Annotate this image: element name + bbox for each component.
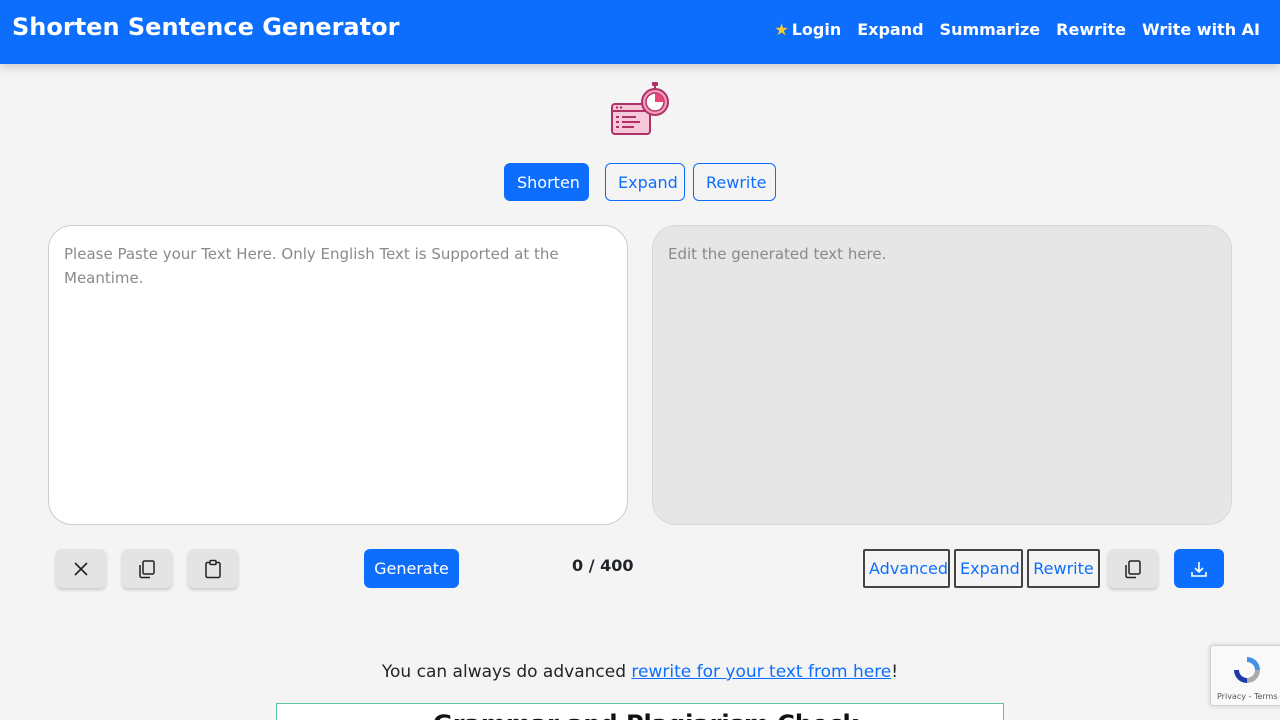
- advanced-button[interactable]: Advanced: [863, 549, 950, 588]
- shorten-mode-button[interactable]: Shorten: [504, 163, 589, 201]
- clear-button[interactable]: [56, 549, 106, 588]
- rewrite-mode-button[interactable]: Rewrite: [693, 163, 776, 201]
- advanced-rewrite-note: You can always do advanced rewrite for y…: [0, 662, 1280, 682]
- clipboard-icon: [205, 559, 221, 578]
- nav-links: ★ Login Expand Summarize Rewrite Write wi…: [758, 20, 1260, 39]
- copy-input-button[interactable]: [122, 549, 172, 588]
- note-prefix: You can always do advanced: [381, 662, 632, 682]
- copy-icon: [1125, 559, 1141, 578]
- nav-rewrite-link[interactable]: Rewrite: [1056, 20, 1126, 39]
- copy-icon: [139, 559, 155, 578]
- nav-write-with-ai-link[interactable]: Write with AI: [1142, 20, 1260, 39]
- input-text-area[interactable]: [48, 225, 628, 525]
- grammar-check-banner[interactable]: Grammar and Plagiarism Check: [276, 703, 1004, 720]
- site-brand[interactable]: Shorten Sentence Generator: [12, 13, 399, 41]
- stopwatch-document-icon: [611, 82, 669, 135]
- nav-login-link[interactable]: ★ Login: [774, 20, 841, 39]
- output-text-area[interactable]: [652, 225, 1232, 525]
- copy-output-button[interactable]: [1108, 549, 1158, 588]
- expand-output-button[interactable]: Expand: [954, 549, 1023, 588]
- character-counter: 0 / 400: [572, 556, 634, 575]
- top-navbar: Shorten Sentence Generator ★ Login Expand…: [0, 0, 1280, 64]
- generate-button[interactable]: Generate: [364, 549, 459, 588]
- rewrite-here-link[interactable]: rewrite for your text from here: [631, 662, 891, 682]
- banner-text: Grammar and Plagiarism Check: [433, 710, 858, 720]
- paste-button[interactable]: [188, 549, 238, 588]
- star-icon: ★: [774, 20, 789, 39]
- nav-expand-link[interactable]: Expand: [857, 20, 923, 39]
- expand-mode-button[interactable]: Expand: [605, 163, 685, 201]
- note-suffix: !: [891, 662, 899, 682]
- recaptcha-badge[interactable]: Privacy - Terms: [1210, 645, 1280, 706]
- nav-login-label: Login: [791, 20, 842, 39]
- recaptcha-terms[interactable]: Privacy - Terms: [1217, 692, 1278, 701]
- download-icon: [1191, 561, 1207, 577]
- nav-summarize-link[interactable]: Summarize: [940, 20, 1041, 39]
- close-icon: [74, 561, 88, 576]
- recaptcha-icon: [1234, 657, 1260, 683]
- rewrite-output-button[interactable]: Rewrite: [1027, 549, 1100, 588]
- download-button[interactable]: [1174, 549, 1224, 588]
